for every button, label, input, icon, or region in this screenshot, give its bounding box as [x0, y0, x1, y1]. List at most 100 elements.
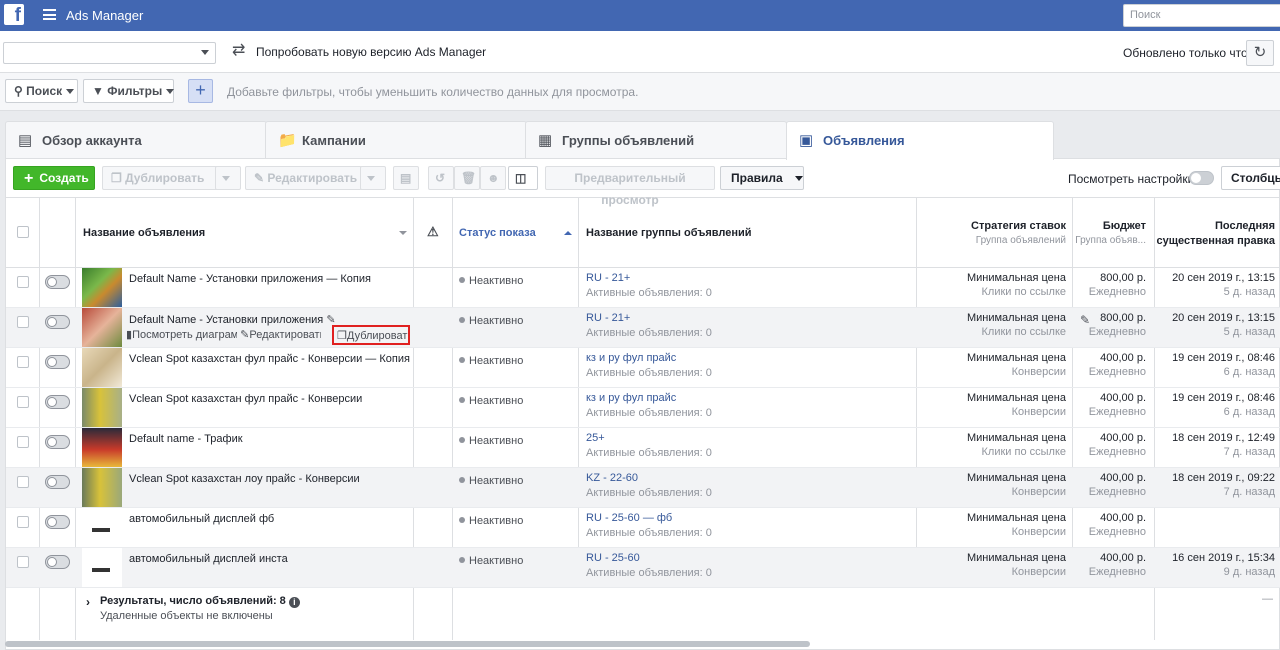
table-row[interactable]: Vclean Spot казахстан лоу прайс - Конвер…	[6, 468, 1280, 508]
adset-link[interactable]: KZ - 22-60	[586, 472, 638, 484]
row-toggle[interactable]	[45, 355, 70, 369]
ad-name[interactable]: Vclean Spot казахстан фул прайс - Конвер…	[129, 353, 410, 365]
account-selector[interactable]	[3, 42, 216, 64]
delivery-status: Неактивно	[459, 395, 523, 407]
row-toggle[interactable]	[45, 475, 70, 489]
tab-account-overview[interactable]: ▤ Обзор аккаунта	[5, 121, 267, 159]
refresh-button[interactable]: ↻	[1246, 40, 1274, 66]
hamburger-menu-icon[interactable]	[43, 9, 56, 20]
table-row[interactable]: Vclean Spot казахстан фул прайс - Конвер…	[6, 388, 1280, 428]
table-row[interactable]: автомобильный дисплей инста Неактивно RU…	[6, 548, 1280, 588]
ad-thumbnail	[82, 348, 122, 387]
column-budget[interactable]: Бюджет	[1103, 220, 1146, 232]
status-label: Неактивно	[469, 435, 524, 447]
bid-strategy: Минимальная цена	[966, 272, 1066, 284]
add-filter-button[interactable]: +	[188, 79, 213, 103]
row-checkbox[interactable]	[17, 556, 29, 568]
columns-button[interactable]: Столбцы:	[1221, 166, 1280, 190]
column-ad-name[interactable]: Название объявления	[83, 227, 205, 239]
sort-up-icon[interactable]	[564, 231, 572, 235]
column-last-edit[interactable]: Последняя	[1215, 220, 1275, 232]
column-bid-strategy[interactable]: Стратегия ставок	[971, 220, 1066, 232]
row-checkbox[interactable]	[17, 276, 29, 288]
preview-button[interactable]: Предварительный просмотр	[545, 166, 715, 207]
sort-down-icon[interactable]	[399, 231, 407, 235]
adset-link[interactable]: RU - 21+	[586, 272, 630, 284]
export-button[interactable]: ◫	[508, 166, 538, 190]
edit-dropdown[interactable]	[360, 166, 386, 190]
table-row[interactable]: автомобильный дисплей фб Неактивно RU - …	[6, 508, 1280, 548]
table-row[interactable]: Default Name - Установки приложения ✎ ▮П…	[6, 308, 1280, 348]
adset-link[interactable]: RU - 25-60 — фб	[586, 512, 672, 524]
duplicate-link[interactable]: ❐Дублироват	[332, 325, 410, 345]
delivery-status: Неактивно	[459, 475, 523, 487]
status-dot-icon	[459, 277, 465, 283]
adset-link[interactable]: кз и ру фул прайс	[586, 352, 676, 364]
account-bar: ⇄ Попробовать новую версию Ads Manager О…	[0, 31, 1280, 73]
delete-button[interactable]: 🗑	[454, 166, 480, 190]
duplicate-dropdown[interactable]	[215, 166, 241, 190]
ad-name[interactable]: Default Name - Установки приложения — Ко…	[129, 273, 371, 285]
table-row[interactable]: Default Name - Установки приложения — Ко…	[6, 268, 1280, 308]
chevron-down-icon	[201, 50, 209, 55]
delivery-status: Неактивно	[459, 555, 523, 567]
switch-arrows-icon[interactable]: ⇄	[232, 43, 250, 59]
ad-name[interactable]: Default name - Трафик	[129, 433, 243, 445]
status-label: Неактивно	[469, 555, 524, 567]
adset-link[interactable]: RU - 21+	[586, 312, 630, 324]
filters-button[interactable]: ▼ Фильтры	[83, 79, 175, 103]
budget: 800,00 р.	[1100, 312, 1146, 324]
ad-name[interactable]: Vclean Spot казахстан лоу прайс - Конвер…	[129, 473, 360, 485]
plus-icon: +	[24, 170, 34, 187]
adset-link[interactable]: кз и ру фул прайс	[586, 392, 676, 404]
tab-campaigns[interactable]: 📁 Кампании	[265, 121, 527, 159]
row-toggle[interactable]	[45, 515, 70, 529]
summary-dash: —	[1262, 593, 1273, 605]
create-button[interactable]: + Создать	[13, 166, 95, 190]
search-button[interactable]: ⚲ Поиск	[5, 79, 78, 103]
row-toggle[interactable]	[45, 435, 70, 449]
row-checkbox[interactable]	[17, 316, 29, 328]
ad-name[interactable]: автомобильный дисплей фб	[129, 513, 274, 525]
rules-button[interactable]: Правила	[720, 166, 804, 190]
ad-name[interactable]: Vclean Spot казахстан фул прайс - Конвер…	[129, 393, 362, 405]
horizontal-scrollbar[interactable]	[5, 641, 810, 647]
row-checkbox[interactable]	[17, 356, 29, 368]
row-toggle[interactable]	[45, 315, 70, 329]
edit-link[interactable]: Редактировать	[249, 329, 321, 341]
row-checkbox[interactable]	[17, 396, 29, 408]
ad-name[interactable]: Default Name - Установки приложения ✎	[129, 313, 336, 326]
row-checkbox[interactable]	[17, 516, 29, 528]
try-new-version-link[interactable]: Попробовать новую версию Ads Manager	[256, 45, 486, 59]
view-settings-toggle[interactable]	[1189, 171, 1214, 185]
expand-chevron-icon[interactable]: ›	[86, 595, 90, 609]
audience-button[interactable]: ☻	[480, 166, 506, 190]
tab-ads[interactable]: ▣ Объявления	[786, 121, 1054, 160]
row-toggle[interactable]	[45, 275, 70, 289]
warning-icon[interactable]: ⚠	[427, 224, 439, 240]
pencil-icon[interactable]: ✎	[1080, 313, 1090, 327]
adset-link[interactable]: RU - 25-60	[586, 552, 640, 564]
revert-button[interactable]: ↺	[428, 166, 454, 190]
table-row[interactable]: Default name - Трафик Неактивно 25+ Акти…	[6, 428, 1280, 468]
table-row[interactable]: Vclean Spot казахстан фул прайс - Конвер…	[6, 348, 1280, 388]
row-toggle[interactable]	[45, 555, 70, 569]
edit-button[interactable]: ✎ Редактировать	[245, 166, 362, 190]
tab-label: Кампании	[302, 133, 366, 148]
facebook-logo-icon[interactable]: f	[4, 4, 24, 25]
ad-name[interactable]: автомобильный дисплей инста	[129, 553, 288, 565]
view-charts-link[interactable]: Посмотреть диаграммы	[132, 329, 237, 341]
info-icon[interactable]: i	[288, 597, 300, 608]
global-search-input[interactable]: Поиск	[1123, 4, 1280, 27]
duplicate-button[interactable]: ❐ Дублировать	[102, 166, 220, 190]
row-checkbox[interactable]	[17, 436, 29, 448]
column-status[interactable]: Статус показа	[459, 227, 536, 239]
row-checkbox[interactable]	[17, 476, 29, 488]
adset-link[interactable]: 25+	[586, 432, 605, 444]
column-adset-name[interactable]: Название группы объявлений	[586, 227, 752, 239]
clipboard-button[interactable]: ▤	[393, 166, 419, 190]
select-all-checkbox[interactable]	[17, 226, 29, 238]
copy-icon: ❐	[111, 171, 122, 185]
tab-adsets[interactable]: ▦ Группы объявлений	[525, 121, 787, 159]
row-toggle[interactable]	[45, 395, 70, 409]
